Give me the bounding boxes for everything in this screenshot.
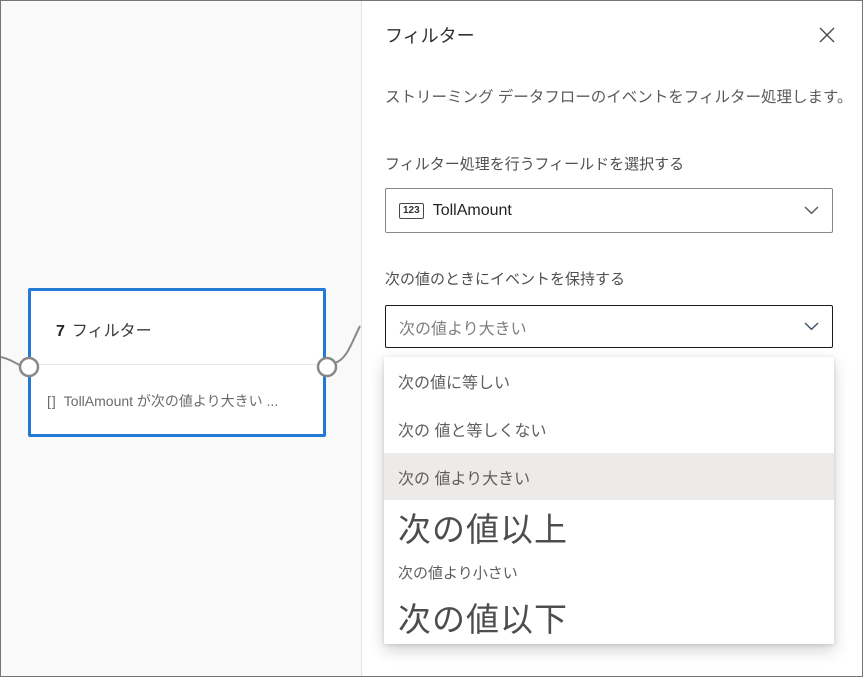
node-divider (33, 364, 321, 365)
option-greater-than[interactable]: 次の 値より大きい (384, 453, 834, 500)
field-picker-dropdown[interactable]: 123 TollAmount (385, 188, 833, 233)
node-title-label: フィルター (71, 323, 152, 340)
outgoing-wire (334, 325, 361, 364)
operator-picker-dropdown[interactable]: 次の値より大きい (385, 305, 833, 348)
filter-settings-panel: フィルター ストリーミング データフローのイベントをフィルター処理します。 フィ… (361, 1, 862, 676)
node-step-number: 7 (56, 323, 65, 340)
chevron-down-icon (804, 206, 819, 215)
close-icon (819, 27, 835, 43)
chevron-down-icon (804, 322, 819, 331)
filter-node-title: 7 フィルター (56, 317, 152, 341)
field-type-glyph: [] (47, 393, 57, 409)
numeric-type-icon: 123 (399, 202, 424, 219)
field-picker-value: TollAmount (432, 201, 512, 219)
option-less-than[interactable]: 次の値より小さい (384, 554, 834, 590)
field-picker-label: フィルター処理を行うフィールドを選択する (385, 156, 685, 173)
option-not-equals[interactable]: 次の 値と等しくない (384, 405, 834, 453)
option-equals[interactable]: 次の値に等しい (384, 357, 834, 405)
app-window: 7 フィルター [] TollAmount が次の値より大きい ... フィルター … (0, 0, 863, 677)
panel-title: フィルター (385, 26, 475, 46)
option-greater-or-equal[interactable]: 次の値以上 (384, 500, 834, 554)
node-summary-text: TollAmount が次の値より大きい ... (63, 393, 279, 409)
close-panel-button[interactable] (813, 21, 841, 49)
incoming-wire (1, 356, 22, 367)
filter-node[interactable]: 7 フィルター [] TollAmount が次の値より大きい ... (28, 288, 326, 437)
diagram-canvas[interactable]: 7 フィルター [] TollAmount が次の値より大きい ... (1, 1, 361, 676)
option-less-or-equal[interactable]: 次の値以下 (384, 590, 834, 644)
operator-options-listbox: 次の値に等しい 次の 値と等しくない 次の 値より大きい 次の値以上 次の値より… (384, 357, 834, 644)
panel-description: ストリーミング データフローのイベントをフィルター処理します。 (385, 89, 853, 106)
operator-picker-label: 次の値のときにイベントを保持する (385, 271, 626, 288)
operator-picker-value: 次の値より大きい (399, 320, 527, 338)
node-summary: [] TollAmount が次の値より大きい ... (47, 391, 278, 411)
